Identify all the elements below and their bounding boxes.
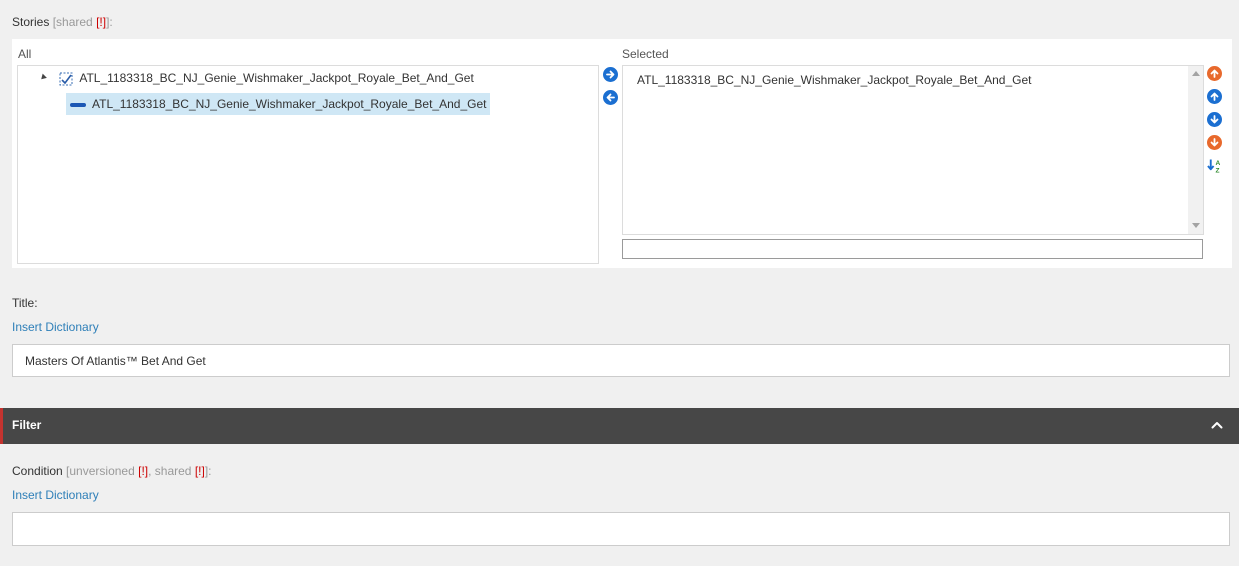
stories-warn: [!]	[96, 15, 107, 29]
sort-az-icon[interactable]: A Z	[1207, 158, 1222, 174]
condition-sep: , shared	[148, 464, 192, 478]
all-header: All	[18, 47, 32, 61]
condition-label: Condition [unversioned [!], shared [!]]:	[12, 464, 212, 478]
svg-text:Z: Z	[1215, 167, 1219, 173]
condition-close: ]:	[204, 464, 212, 478]
condition-warn-2: [!]	[194, 464, 205, 478]
tree-child-item[interactable]: ATL_1183318_BC_NJ_Genie_Wishmaker_Jackpo…	[66, 93, 491, 115]
condition-insert-dictionary-link[interactable]: Insert Dictionary	[12, 488, 99, 502]
title-input[interactable]	[12, 344, 1230, 377]
selected-filter-input[interactable]	[622, 239, 1203, 259]
arrow-right-icon[interactable]	[603, 67, 618, 82]
condition-input[interactable]	[12, 512, 1230, 546]
condition-label-text: Condition	[12, 464, 63, 478]
stories-label: Stories [shared [!]]:	[12, 15, 113, 29]
filter-title: Filter	[12, 418, 42, 432]
tree-root-label: ATL_1183318_BC_NJ_Genie_Wishmaker_Jackpo…	[79, 71, 474, 85]
stories-shared-text: [shared	[52, 15, 93, 29]
selected-list-item[interactable]: ATL_1183318_BC_NJ_Genie_Wishmaker_Jackpo…	[637, 72, 1031, 88]
move-down-icon[interactable]	[1207, 112, 1222, 127]
tree-child-label: ATL_1183318_BC_NJ_Genie_Wishmaker_Jackpo…	[92, 97, 487, 111]
item-dash-icon	[70, 102, 86, 107]
title-label: Title:	[12, 296, 38, 310]
selected-scrollbar[interactable]	[1188, 66, 1203, 234]
tree-root-item[interactable]: ATL_1183318_BC_NJ_Genie_Wishmaker_Jackpo…	[38, 67, 474, 89]
move-top-icon[interactable]	[1207, 66, 1222, 81]
move-bottom-icon[interactable]	[1207, 135, 1222, 150]
svg-text:A: A	[1215, 160, 1220, 167]
title-insert-dictionary-link[interactable]: Insert Dictionary	[12, 320, 99, 334]
move-up-icon[interactable]	[1207, 89, 1222, 104]
scroll-down-icon[interactable]	[1192, 223, 1200, 228]
condition-unversioned-text: [unversioned	[66, 464, 135, 478]
filter-section-header[interactable]: Filter	[0, 408, 1239, 444]
selected-list[interactable]: ATL_1183318_BC_NJ_Genie_Wishmaker_Jackpo…	[622, 65, 1204, 235]
selected-header: Selected	[622, 47, 669, 61]
condition-warn-1: [!]	[138, 464, 149, 478]
scroll-up-icon[interactable]	[1192, 71, 1200, 76]
item-template-icon	[59, 72, 73, 86]
arrow-left-icon[interactable]	[603, 90, 618, 105]
expand-triangle-icon[interactable]	[39, 73, 47, 82]
chevron-up-icon[interactable]	[1211, 419, 1223, 431]
stories-close: ]:	[106, 15, 113, 29]
stories-label-text: Stories	[12, 15, 50, 29]
all-tree[interactable]: ATL_1183318_BC_NJ_Genie_Wishmaker_Jackpo…	[17, 65, 599, 264]
